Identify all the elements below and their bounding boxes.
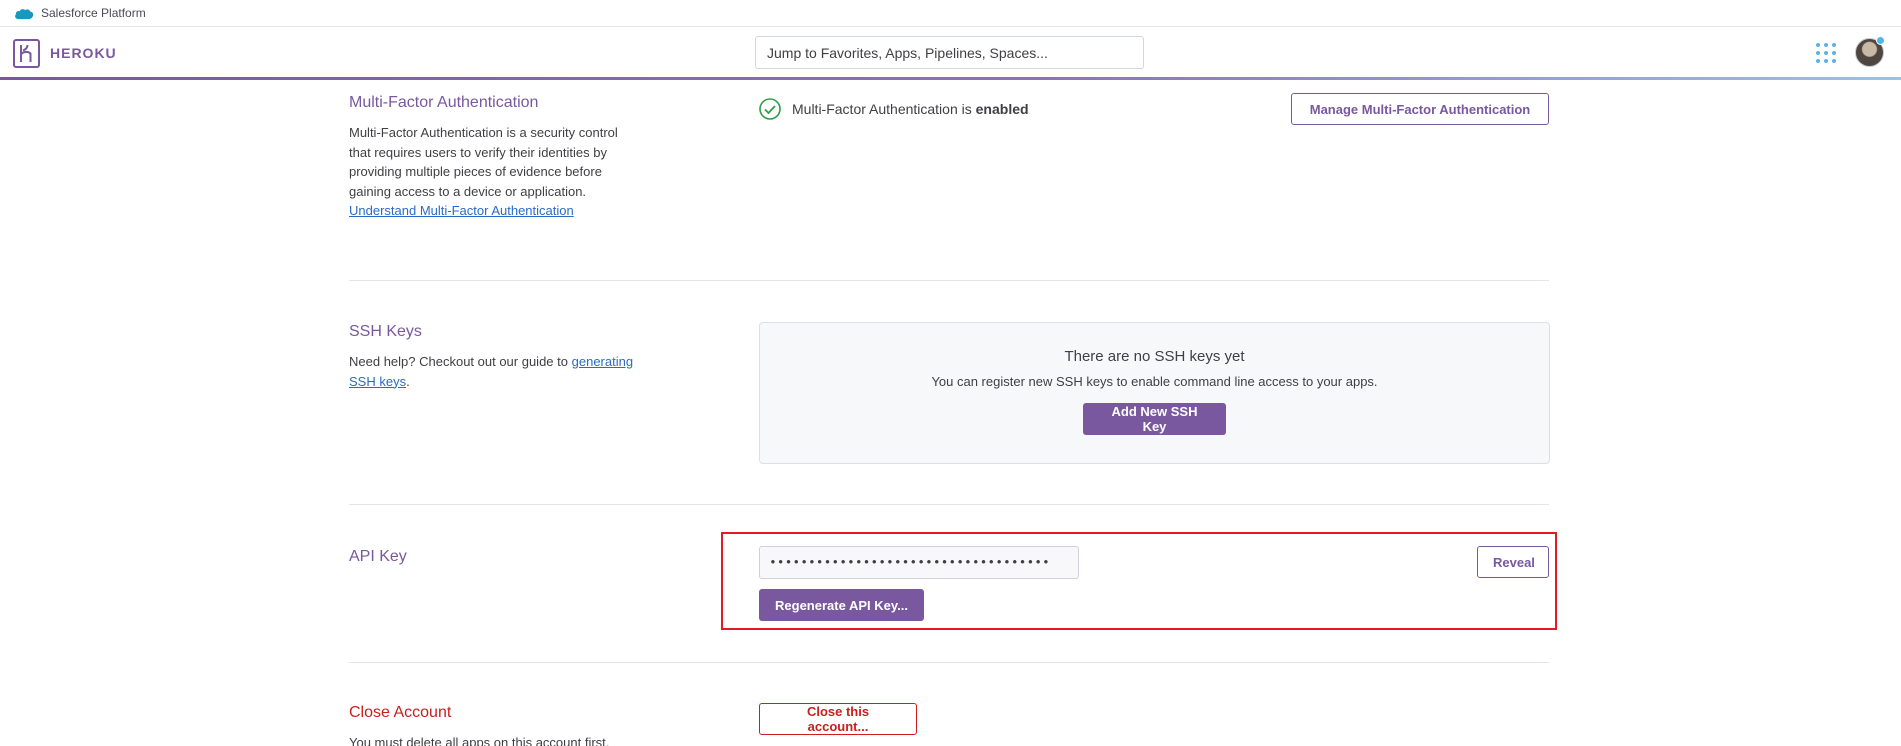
heroku-header: HEROKU xyxy=(0,26,1901,78)
apps-grid-icon[interactable] xyxy=(1815,42,1837,64)
header-accent-line xyxy=(0,77,1901,80)
section-divider xyxy=(349,280,1549,281)
mfa-status-text: Multi-Factor Authentication is xyxy=(792,101,972,117)
mfa-description: Multi-Factor Authentication is a securit… xyxy=(349,125,618,218)
manage-mfa-button[interactable]: Manage Multi-Factor Authentication xyxy=(1291,93,1549,125)
mfa-status: Multi-Factor Authentication is enabled xyxy=(758,97,1029,121)
close-account-description: You must delete all apps on this account… xyxy=(349,735,610,746)
ssh-keys-empty-panel: There are no SSH keys yet You can regist… xyxy=(759,322,1550,464)
salesforce-platform-bar: Salesforce Platform xyxy=(0,0,1901,26)
search-input[interactable] xyxy=(755,36,1144,69)
heroku-logo-icon[interactable] xyxy=(13,39,40,68)
section-divider xyxy=(349,504,1549,505)
reveal-button[interactable]: Reveal xyxy=(1477,546,1549,578)
section-divider xyxy=(349,662,1549,663)
ssh-help-text: Need help? Checkout out our guide to gen… xyxy=(349,354,634,389)
regenerate-api-key-button[interactable]: Regenerate API Key... xyxy=(759,589,924,621)
mfa-status-value: enabled xyxy=(975,101,1029,117)
api-key-input[interactable] xyxy=(759,546,1079,579)
check-circle-icon xyxy=(759,98,781,120)
add-ssh-key-button[interactable]: Add New SSH Key xyxy=(1083,403,1226,435)
ssh-empty-title: There are no SSH keys yet xyxy=(1064,348,1245,365)
close-account-button[interactable]: Close this account... xyxy=(759,703,917,735)
close-account-title: Close Account xyxy=(349,704,452,721)
api-key-title: API Key xyxy=(349,548,407,565)
mfa-title: Multi-Factor Authentication xyxy=(349,94,539,111)
mfa-learn-link[interactable]: Understand Multi-Factor Authentication xyxy=(349,203,574,218)
ssh-keys-title: SSH Keys xyxy=(349,323,422,340)
notification-dot xyxy=(1876,36,1885,45)
ssh-empty-description: You can register new SSH keys to enable … xyxy=(931,374,1378,389)
salesforce-cloud-icon xyxy=(15,8,34,19)
heroku-brand[interactable]: HEROKU xyxy=(50,45,117,61)
salesforce-platform-label: Salesforce Platform xyxy=(41,6,146,20)
